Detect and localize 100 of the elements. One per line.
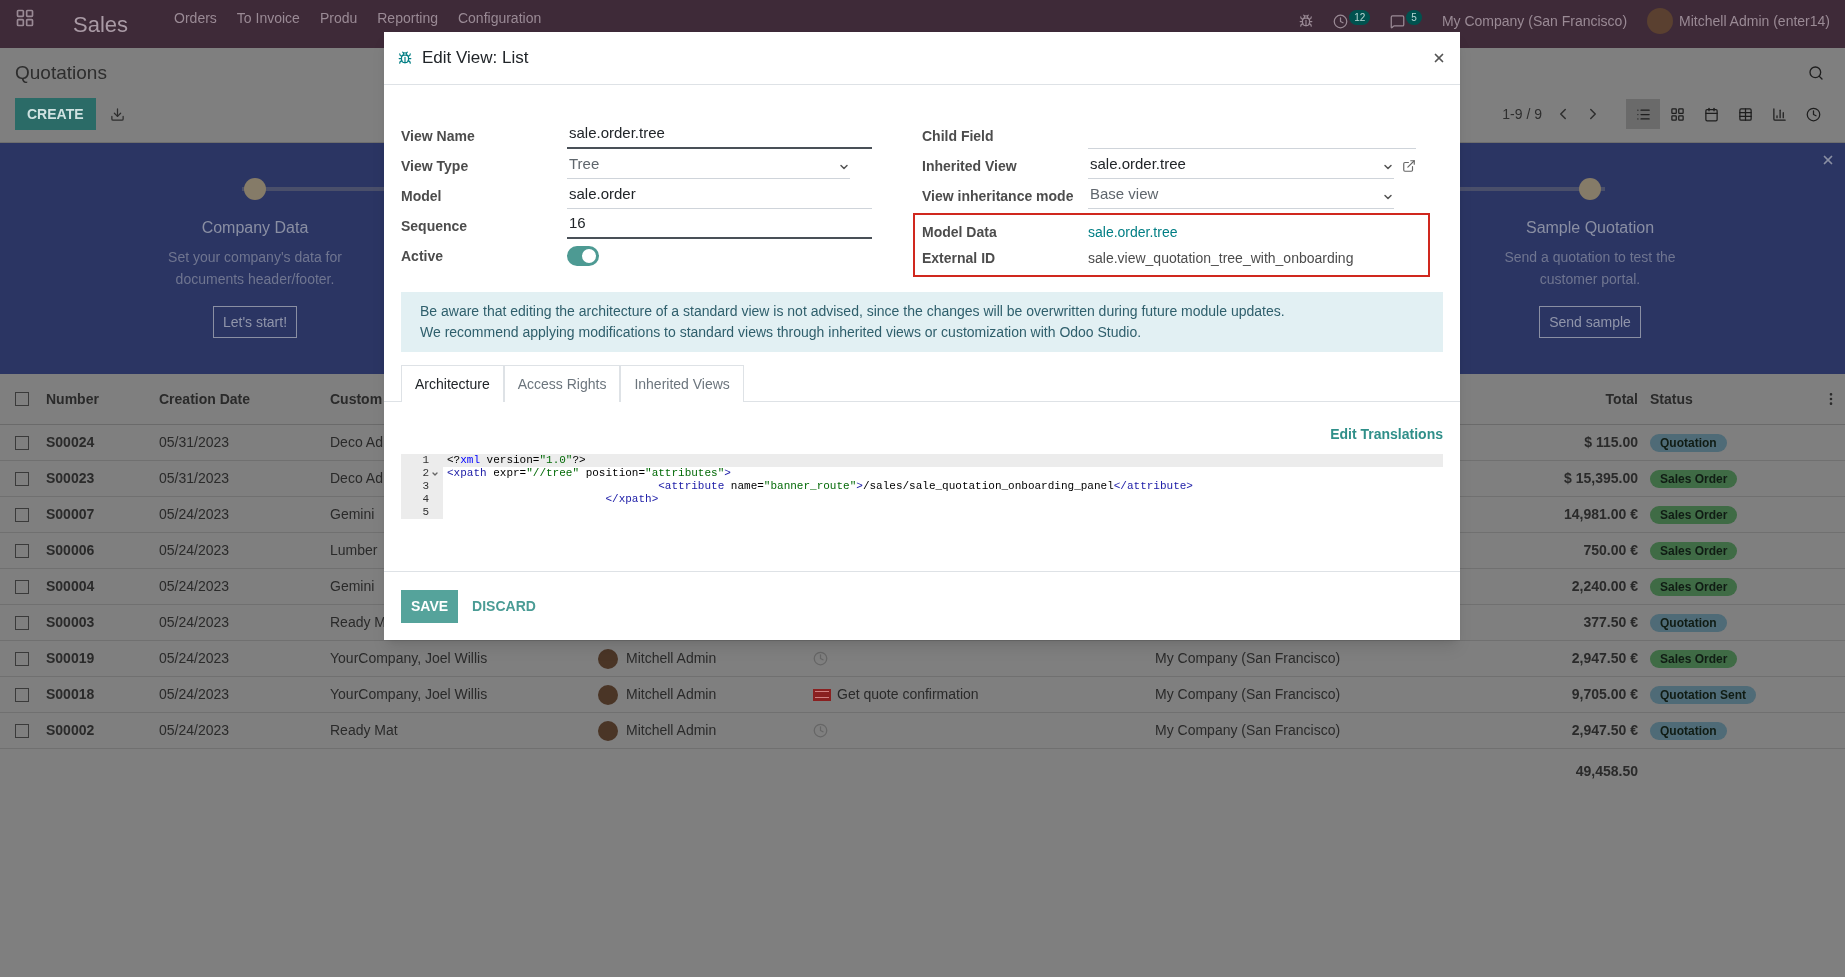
table-cell-text: Ready Mat bbox=[330, 721, 398, 740]
checkbox[interactable] bbox=[15, 615, 29, 630]
menu-item[interactable]: Produ bbox=[319, 8, 358, 29]
checkbox[interactable] bbox=[15, 392, 29, 406]
table-cell-text: YourCompany, Joel Willis bbox=[330, 649, 488, 668]
step-title: Company Data bbox=[201, 218, 309, 238]
menu-item[interactable]: Reporting bbox=[377, 8, 438, 29]
tab[interactable]: Inherited Views bbox=[620, 365, 744, 402]
bar-chart-icon bbox=[1771, 106, 1787, 122]
table-cell-text: 2,947.50 € bbox=[1571, 721, 1638, 740]
table-cell-text: Mitchell Admin bbox=[626, 649, 717, 668]
table-cell-text: Deco Ad bbox=[330, 433, 383, 452]
table-cell-text: Gemini bbox=[330, 505, 375, 524]
column-header[interactable]: Creation Date bbox=[159, 388, 251, 410]
input-field[interactable]: sale.order bbox=[567, 183, 872, 209]
bug-icon[interactable] bbox=[1299, 14, 1314, 28]
table-cell-text: Gemini bbox=[330, 577, 375, 596]
table-cell-text: S00024 bbox=[46, 433, 95, 452]
line-number: 5 bbox=[422, 506, 429, 519]
alert-text: We recommend applying modifications to standard views through inherited views or customization with Odoo Studio. bbox=[420, 324, 1142, 340]
view-switch-button[interactable] bbox=[1626, 99, 1660, 129]
table-cell-text: Mitchell Admin bbox=[626, 685, 717, 704]
code-line: <xpath expr="//tree" position="attributes"> bbox=[446, 467, 731, 480]
code-editor[interactable]: 1 <?xml version="1.0"?> 2 <xpath expr="//tree" position="attributes"> 3 <attribute name="banner_route">/sales/sale_quotation_onboarding_panel</attribute> 4 </xpath> 5 bbox=[401, 454, 1443, 519]
line-number: 4 bbox=[422, 493, 429, 506]
clock-icon bbox=[1805, 106, 1821, 122]
user-menu[interactable]: Mitchell Admin (enter14) bbox=[1679, 10, 1830, 32]
close-icon[interactable] bbox=[1432, 51, 1446, 65]
save-button[interactable]: SAVE bbox=[401, 589, 459, 623]
clock-icon[interactable] bbox=[1333, 13, 1349, 29]
code-line: </xpath> bbox=[604, 493, 659, 506]
checkbox[interactable] bbox=[15, 579, 29, 594]
model-data-link[interactable]: sale.order.tree bbox=[1088, 221, 1178, 243]
table-cell-text: Mitchell Admin bbox=[626, 721, 717, 740]
create-button[interactable]: CREATE bbox=[15, 98, 96, 130]
table-cell-text: 05/24/2023 bbox=[159, 721, 230, 740]
total-sum: 49,458.50 bbox=[1575, 761, 1638, 781]
column-header[interactable]: Status bbox=[1650, 388, 1693, 410]
column-header[interactable]: Custom bbox=[330, 388, 383, 410]
external-link-icon[interactable] bbox=[1402, 159, 1416, 173]
table-cell-text: S00004 bbox=[46, 577, 95, 596]
avatar bbox=[598, 720, 618, 741]
table-cell-text: 05/24/2023 bbox=[159, 541, 230, 560]
discard-button[interactable]: DISCARD bbox=[465, 589, 543, 623]
field-label: Child Field bbox=[922, 126, 995, 146]
toggle-switch[interactable] bbox=[567, 246, 599, 266]
line-number: 3 bbox=[422, 480, 429, 493]
column-header[interactable]: Number bbox=[46, 388, 99, 410]
status-badge: Sales Order bbox=[1650, 650, 1738, 668]
list-view-icon bbox=[1635, 106, 1651, 122]
status-badge: Sales Order bbox=[1650, 578, 1738, 596]
checkbox[interactable] bbox=[15, 687, 29, 702]
table-cell-text: 05/31/2023 bbox=[159, 433, 230, 452]
tab[interactable]: Architecture bbox=[401, 365, 504, 402]
search-icon[interactable] bbox=[1808, 65, 1824, 81]
column-header[interactable]: Total bbox=[1605, 388, 1638, 410]
select-field[interactable]: Base view bbox=[1088, 183, 1394, 209]
tab[interactable]: Access Rights bbox=[503, 365, 621, 402]
chat-icon[interactable] bbox=[1390, 13, 1406, 29]
app-title: Sales bbox=[73, 11, 129, 39]
pager-text: 1-9 / 9 bbox=[1502, 104, 1542, 124]
status-badge: Quotation bbox=[1650, 722, 1727, 740]
table-cell-text: S00002 bbox=[46, 721, 95, 740]
company-switcher[interactable]: My Company (San Francisco) bbox=[1441, 10, 1628, 32]
table-cell-text: S00007 bbox=[46, 505, 95, 524]
download-icon[interactable] bbox=[109, 106, 125, 122]
close-icon[interactable] bbox=[1821, 153, 1835, 167]
status-badge: Sales Order bbox=[1650, 542, 1738, 560]
select-field[interactable]: sale.order.tree bbox=[1088, 153, 1394, 179]
status-badge: Sales Order bbox=[1650, 506, 1738, 524]
checkbox[interactable] bbox=[15, 543, 29, 558]
table-cell-text: 05/24/2023 bbox=[159, 613, 230, 632]
field-label: View inheritance mode bbox=[922, 186, 1075, 206]
table-cell-text: Deco Ad bbox=[330, 469, 383, 488]
input-field[interactable]: sale.order.tree bbox=[567, 123, 872, 149]
table-cell-text: 05/24/2023 bbox=[159, 577, 230, 596]
field-label: Model Data bbox=[922, 222, 998, 242]
apps-menu-icon[interactable] bbox=[15, 8, 35, 28]
select-field[interactable]: Tree bbox=[567, 153, 850, 179]
activity-icon[interactable] bbox=[813, 688, 831, 701]
step-description: Send a quotation to test the customer portal. bbox=[1503, 248, 1677, 289]
checkbox[interactable] bbox=[15, 651, 29, 666]
edit-translations-link[interactable]: Edit Translations bbox=[1330, 424, 1443, 445]
line-number: 2 bbox=[422, 467, 429, 480]
checkbox[interactable] bbox=[15, 471, 29, 486]
code-line: <attribute name="banner_route">/sales/sale_quotation_onboarding_panel</attribute> bbox=[657, 480, 1193, 493]
table-cell-text: $ 15,395.00 bbox=[1564, 469, 1638, 488]
checkbox[interactable] bbox=[15, 507, 29, 522]
step-description: Set your company's data for documents header/footer. bbox=[167, 248, 343, 289]
table-cell-text: 05/31/2023 bbox=[159, 469, 230, 488]
menu-item[interactable]: Configuration bbox=[457, 8, 542, 29]
field-label: External ID bbox=[922, 248, 997, 268]
step-button[interactable]: Send sample bbox=[1539, 306, 1641, 338]
table-cell-text: 9,705.00 € bbox=[1571, 685, 1638, 704]
checkbox[interactable] bbox=[15, 723, 29, 738]
checkbox[interactable] bbox=[15, 435, 29, 450]
menu-item[interactable]: Orders bbox=[174, 8, 217, 29]
step-button[interactable]: Let's start! bbox=[212, 306, 298, 338]
menu-item[interactable]: To Invoice bbox=[236, 8, 300, 29]
input-field[interactable]: 16 bbox=[567, 213, 872, 239]
